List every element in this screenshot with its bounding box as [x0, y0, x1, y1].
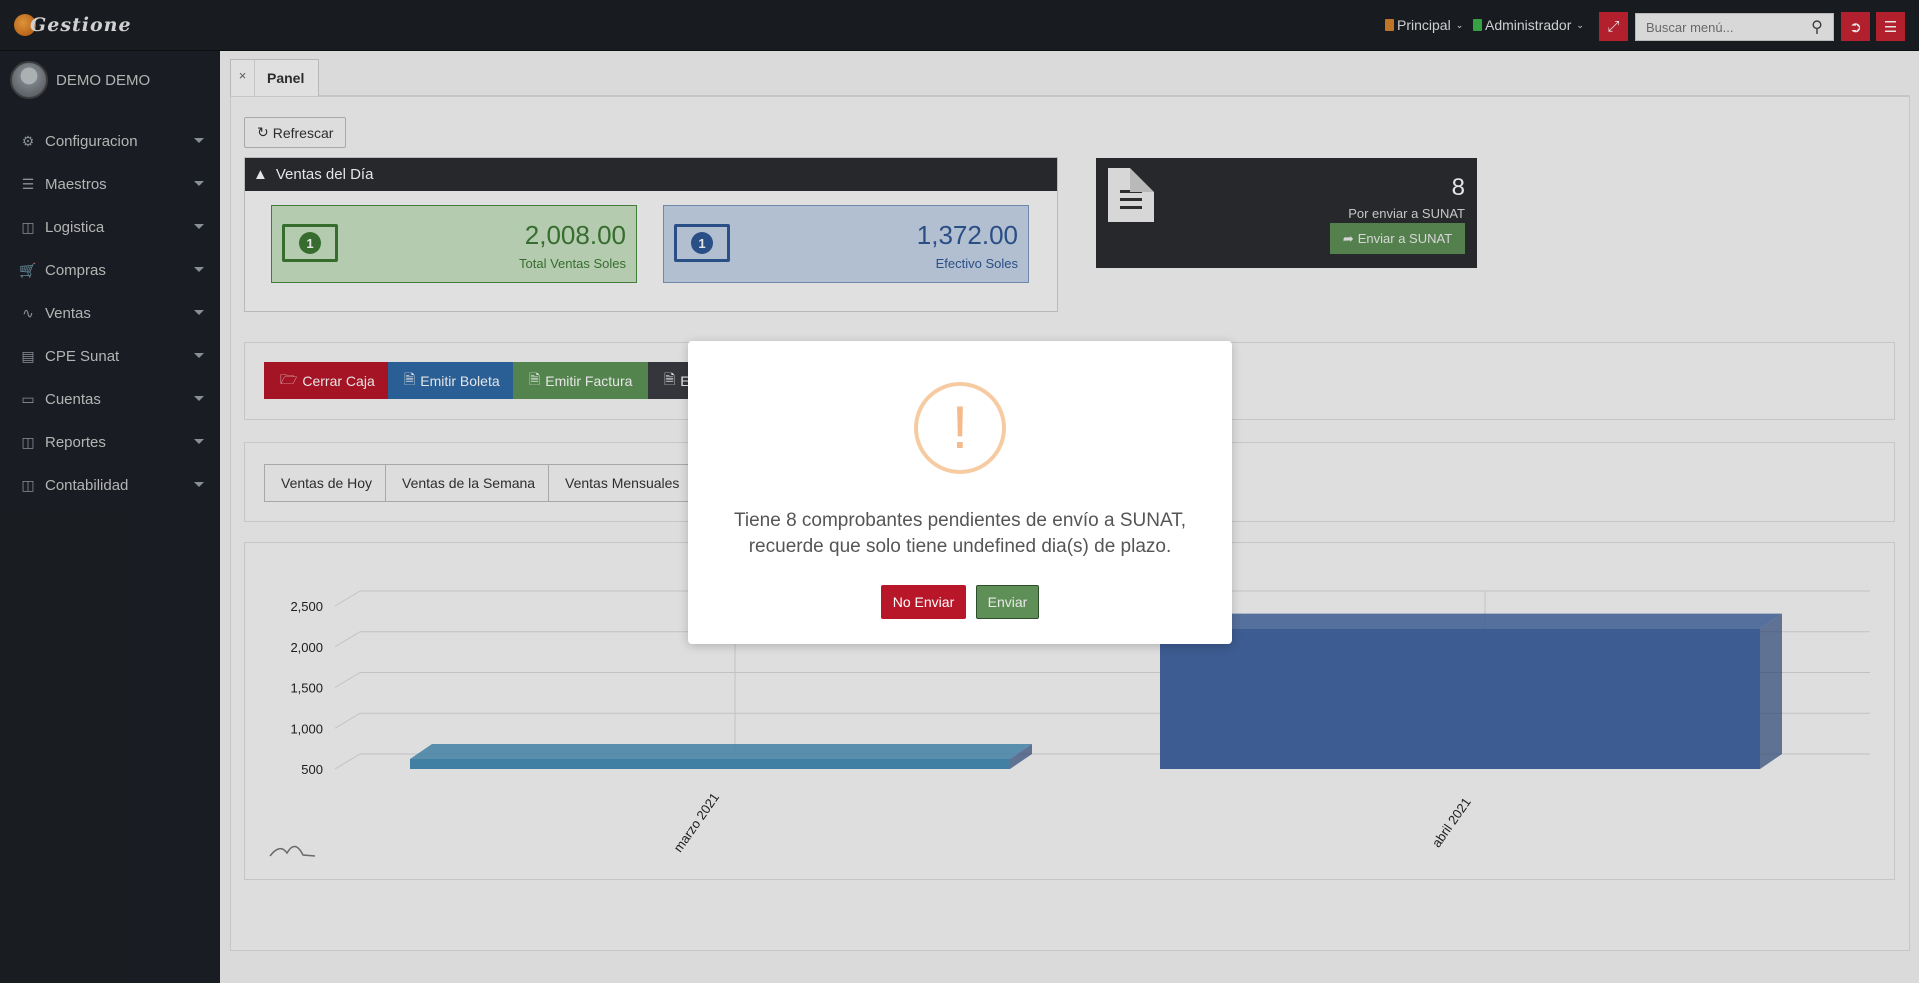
dialog-message: Tiene 8 comprobantes pendientes de envío… — [708, 508, 1212, 560]
warning-dialog: ! Tiene 8 comprobantes pendientes de env… — [688, 341, 1232, 644]
warning-icon: ! — [914, 382, 1006, 474]
modal-overlay[interactable]: ! Tiene 8 comprobantes pendientes de env… — [0, 0, 1919, 983]
dialog-message-line2: recuerde que solo tiene undefined dia(s)… — [748, 536, 1172, 557]
no-enviar-button[interactable]: No Enviar — [881, 585, 966, 619]
enviar-button[interactable]: Enviar — [976, 585, 1039, 619]
dialog-message-line1: Tiene 8 comprobantes pendientes de envío… — [733, 510, 1187, 531]
